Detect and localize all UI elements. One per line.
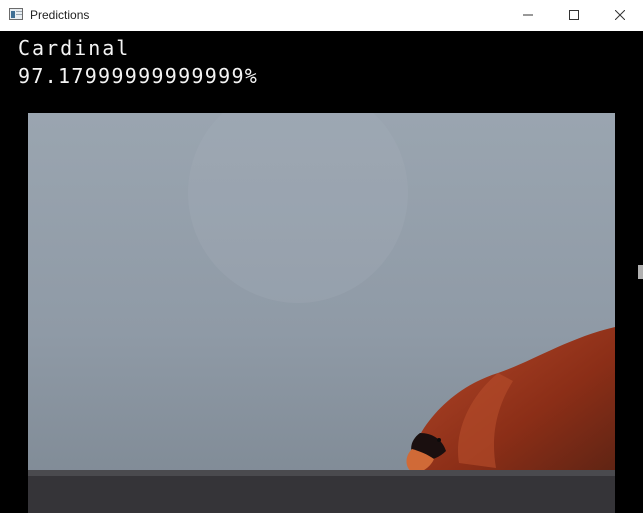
table-highlight [28,470,615,476]
app-window-icon [9,8,23,20]
window-content: Cardinal 97.17999999999999% [0,31,643,513]
title-bar[interactable]: Predictions [0,0,643,31]
close-icon [615,10,625,20]
camera-scene [28,113,615,513]
window-title: Predictions [30,8,90,22]
window-edge-marker [638,265,643,279]
minimize-button[interactable] [505,0,551,31]
maximize-icon [569,10,579,20]
prediction-confidence: 97.17999999999999% [18,64,259,88]
maximize-button[interactable] [551,0,597,31]
close-button[interactable] [597,0,643,31]
predictions-window: Predictions Cardinal 97.17999999999999% [0,0,643,513]
minimize-icon [523,14,533,16]
camera-frame [28,113,615,513]
table-edge [28,470,615,513]
prediction-label: Cardinal [18,36,131,60]
